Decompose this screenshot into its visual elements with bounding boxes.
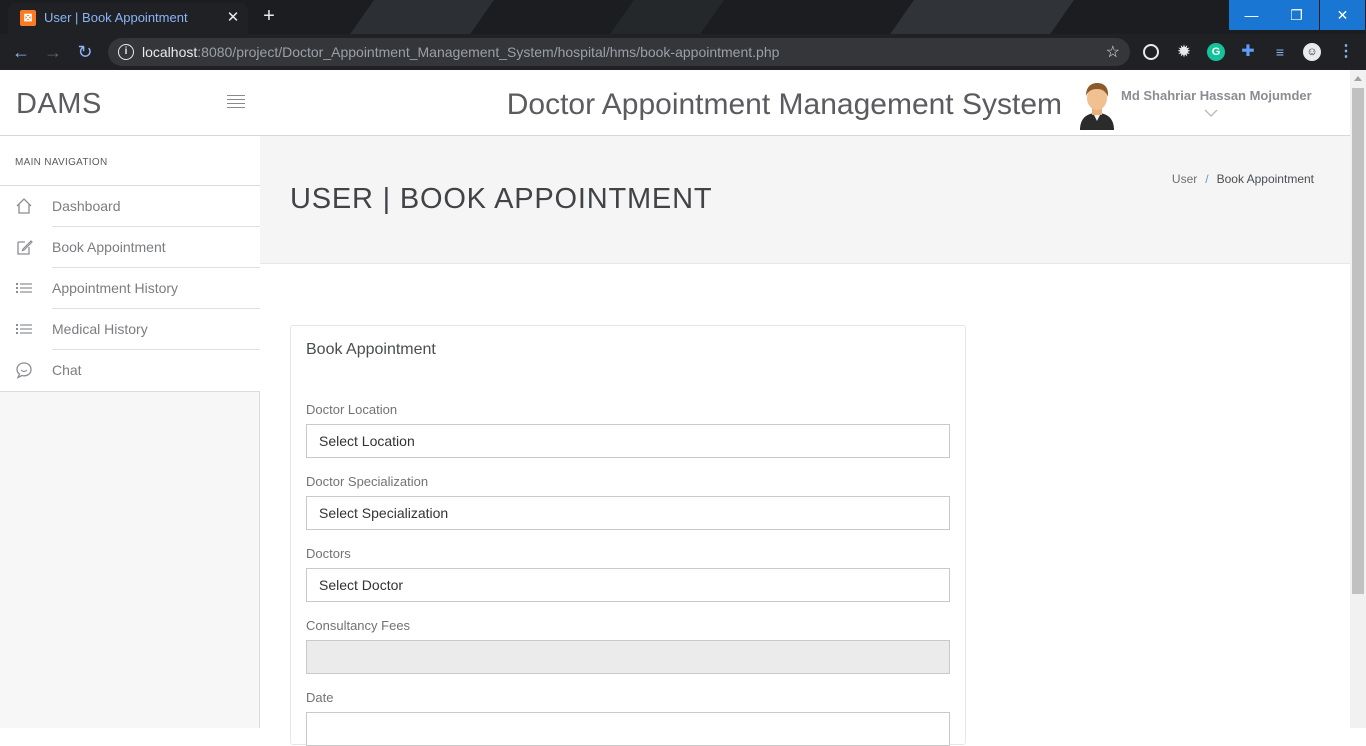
sidebar-item-book-appointment[interactable]: Book Appointment xyxy=(0,227,260,268)
doctor-specialization-label: Doctor Specialization xyxy=(306,474,429,489)
grammarly-icon[interactable]: G xyxy=(1207,43,1225,61)
xampp-icon: ⊠ xyxy=(20,10,36,26)
consultancy-fees-field xyxy=(306,640,950,674)
sidebar-item-label: Medical History xyxy=(52,321,148,337)
forward-button[interactable]: → xyxy=(42,41,64,63)
scrollbar-thumb[interactable] xyxy=(1352,88,1364,594)
date-field[interactable] xyxy=(306,712,950,746)
edit-icon xyxy=(15,238,33,256)
reading-list-icon[interactable]: ≡ xyxy=(1271,43,1289,61)
sidebar-item-label: Chat xyxy=(52,362,82,378)
bookmark-star-icon[interactable]: ☆ xyxy=(1106,42,1120,62)
scroll-up-arrow-icon[interactable] xyxy=(1354,76,1362,81)
breadcrumb-separator: / xyxy=(1205,172,1209,186)
brand-logo[interactable]: DAMS xyxy=(16,88,102,121)
breadcrumb: User / Book Appointment xyxy=(1172,172,1314,186)
close-icon[interactable]: ✕ xyxy=(224,8,242,26)
home-icon xyxy=(15,197,33,215)
tabstrip-background-shape xyxy=(338,0,502,34)
browser-menu-icon[interactable]: ⋮ xyxy=(1337,43,1355,61)
avatar[interactable] xyxy=(1076,80,1118,130)
doctor-location-select[interactable]: Select Location xyxy=(306,424,950,458)
info-icon[interactable]: i xyxy=(118,44,134,60)
user-name[interactable]: Md Shahriar Hassan Mojumder xyxy=(1121,88,1312,103)
back-button[interactable]: ← xyxy=(10,41,32,63)
breadcrumb-current: Book Appointment xyxy=(1216,172,1314,186)
sidebar-item-medical-history[interactable]: Medical History xyxy=(0,309,260,350)
doctors-select[interactable]: Select Doctor xyxy=(306,568,950,602)
url-text[interactable]: localhost:8080/project/Doctor_Appointmen… xyxy=(142,44,779,60)
sidebar-item-label: Book Appointment xyxy=(52,239,166,255)
top-header: Doctor Appointment Management System Md … xyxy=(260,70,1350,136)
sidebar-item-dashboard[interactable]: Dashboard xyxy=(0,186,260,227)
window-close-button[interactable]: ✕ xyxy=(1320,0,1365,30)
doctors-label: Doctors xyxy=(306,546,351,561)
list-icon xyxy=(15,279,33,297)
breadcrumb-user[interactable]: User xyxy=(1172,172,1197,186)
gear-icon[interactable]: ✹ xyxy=(1175,43,1193,61)
doctor-specialization-select[interactable]: Select Specialization xyxy=(306,496,950,530)
date-label: Date xyxy=(306,690,334,705)
sidebar-item-appointment-history[interactable]: Appointment History xyxy=(0,268,260,309)
sidebar: DAMS MAIN NAVIGATION Dashboard Book Appo… xyxy=(0,70,260,728)
main-content: Book Appointment Doctor Location Select … xyxy=(260,264,1350,746)
profile-avatar-icon[interactable]: ☺ xyxy=(1303,43,1321,61)
main-navigation: Dashboard Book Appointment Appointment H… xyxy=(0,186,260,392)
sidebar-item-chat[interactable]: Chat xyxy=(0,350,260,391)
new-tab-button[interactable]: + xyxy=(258,6,280,26)
chevron-down-icon[interactable] xyxy=(1204,104,1218,120)
system-title: Doctor Appointment Management System xyxy=(506,88,1062,121)
page-heading-area: USER | BOOK APPOINTMENT User / Book Appoin… xyxy=(260,136,1350,264)
book-appointment-panel: Book Appointment Doctor Location Select … xyxy=(290,325,966,746)
tab-title: User | Book Appointment xyxy=(44,10,188,25)
address-bar[interactable]: i localhost:8080/project/Doctor_Appointm… xyxy=(108,38,1130,66)
minimize-button[interactable]: — xyxy=(1229,0,1274,30)
sidebar-item-label: Dashboard xyxy=(52,198,121,214)
sidebar-item-label: Appointment History xyxy=(52,280,179,296)
tabstrip-background-shape xyxy=(878,0,1082,34)
consultancy-fees-label: Consultancy Fees xyxy=(306,618,411,633)
doctor-location-label: Doctor Location xyxy=(306,402,398,417)
browser-toolbar: ← → ↻ i localhost:8080/project/Doctor_Ap… xyxy=(0,34,1366,70)
nav-heading: MAIN NAVIGATION xyxy=(0,136,260,186)
browser-tab[interactable]: ⊠ User | Book Appointment ✕ xyxy=(8,3,248,34)
chat-icon xyxy=(15,361,33,379)
tabstrip-background-shape xyxy=(598,0,732,34)
panel-title: Book Appointment xyxy=(306,341,436,358)
menu-toggle-icon[interactable] xyxy=(227,95,245,111)
restore-button[interactable]: ❐ xyxy=(1274,0,1319,30)
url-path: :8080/project/Doctor_Appointment_Managem… xyxy=(197,44,780,60)
nav-heading-text: MAIN NAVIGATION xyxy=(15,157,108,168)
url-host: localhost xyxy=(142,44,198,60)
page-title: USER | BOOK APPOINTMENT xyxy=(290,183,713,215)
extensions-icon[interactable]: ✚ xyxy=(1239,43,1257,61)
page-scrollbar[interactable] xyxy=(1350,70,1366,728)
list-icon xyxy=(15,320,33,338)
brand-area: DAMS xyxy=(0,70,260,136)
globe-icon[interactable] xyxy=(1143,44,1159,60)
reload-button[interactable]: ↻ xyxy=(74,41,96,63)
browser-tabstrip: ⊠ User | Book Appointment ✕ + — ❐ ✕ xyxy=(0,0,1366,34)
